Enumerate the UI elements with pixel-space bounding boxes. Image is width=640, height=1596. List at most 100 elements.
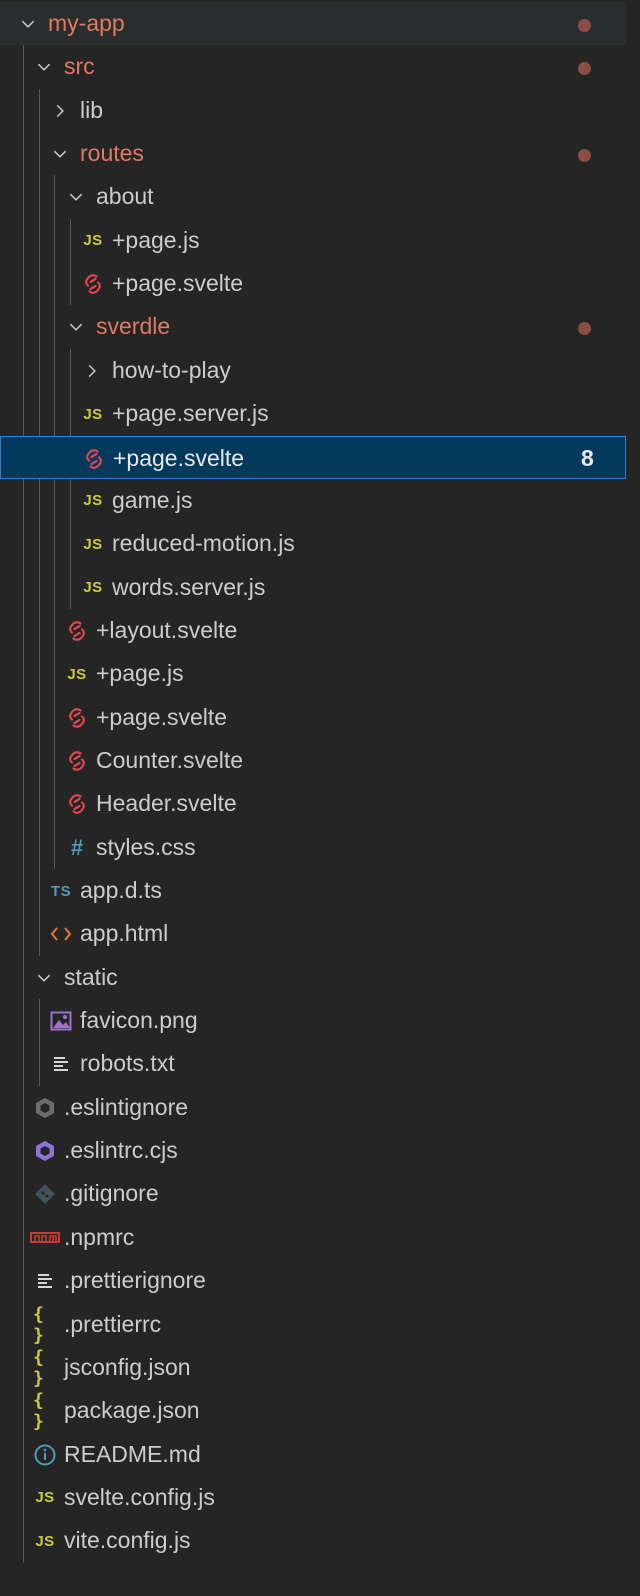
item-label: words.server.js <box>112 573 266 600</box>
js-file-icon: JS <box>83 579 103 597</box>
css-file-icon: # <box>70 834 84 860</box>
item-label: app.d.ts <box>80 877 162 903</box>
folder-item-how-to-play[interactable]: how-to-play <box>0 349 626 392</box>
svelte-file-icon <box>65 749 89 773</box>
folder-item-src[interactable]: src <box>0 45 626 88</box>
file-item-page-server-js[interactable]: JS +page.server.js <box>0 392 626 435</box>
item-label: +layout.svelte <box>96 616 238 643</box>
file-item-page-svelte[interactable]: +page.svelte 8 <box>0 435 626 479</box>
folder-item-sverdle[interactable]: sverdle <box>0 305 626 348</box>
item-label: .eslintignore <box>64 1093 189 1120</box>
chevron-down-icon[interactable] <box>66 187 86 207</box>
chevron-down-icon[interactable] <box>34 968 54 988</box>
svelte-file-icon <box>65 706 89 730</box>
item-label: .prettierrc <box>64 1310 162 1337</box>
item-label: my-app <box>48 10 125 36</box>
file-item-prettierignore[interactable]: .prettierignore <box>0 1259 626 1302</box>
file-item-page-svelte[interactable]: +page.svelte <box>0 696 626 739</box>
html-file-icon <box>49 922 73 946</box>
file-item-eslintignore[interactable]: .eslintignore <box>0 1086 626 1129</box>
item-label: static <box>64 963 118 990</box>
folder-item-lib[interactable]: lib <box>0 89 626 132</box>
file-item-npmrc[interactable]: .npmrc <box>0 1216 626 1259</box>
file-item-styles-css[interactable]: # styles.css <box>0 826 626 869</box>
file-item-prettierrc[interactable]: { } .prettierrc <box>0 1303 626 1346</box>
file-item-vite-config-js[interactable]: JS vite.config.js <box>0 1519 626 1562</box>
file-item-reduced-motion-js[interactable]: JS reduced-motion.js <box>0 522 626 565</box>
file-item-game-js[interactable]: JS game.js <box>0 479 626 522</box>
problems-count-badge: 8 <box>581 444 594 471</box>
js-file-icon: JS <box>67 665 87 683</box>
chevron-down-icon[interactable] <box>18 14 38 34</box>
file-item-app-d-ts[interactable]: TS app.d.ts <box>0 869 626 912</box>
item-label: README.md <box>64 1440 201 1467</box>
item-label: .gitignore <box>64 1180 159 1207</box>
file-item-app-html[interactable]: app.html <box>0 912 626 955</box>
file-item-gitignore[interactable]: .gitignore <box>0 1172 626 1215</box>
item-label: favicon.png <box>80 1007 198 1034</box>
eslint-icon <box>33 1139 57 1163</box>
json-braces-icon: { } <box>33 1303 44 1346</box>
npm-icon <box>29 1226 61 1250</box>
eslint-ignore-icon <box>33 1096 57 1120</box>
item-label: +page.js <box>96 660 184 687</box>
item-label: package.json <box>64 1397 200 1424</box>
svelte-file-icon <box>81 272 105 296</box>
chevron-down-icon[interactable] <box>66 317 86 337</box>
chevron-down-icon[interactable] <box>34 57 54 77</box>
modified-dot <box>578 19 591 32</box>
file-item-svelte-config-js[interactable]: JS svelte.config.js <box>0 1476 626 1519</box>
item-label: app.html <box>80 920 169 947</box>
chevron-right-icon[interactable] <box>82 361 102 381</box>
modified-dot <box>578 149 591 163</box>
git-icon <box>33 1182 57 1206</box>
file-item-page-svelte[interactable]: +page.svelte <box>0 262 626 305</box>
file-item-favicon-png[interactable]: favicon.png <box>0 999 626 1042</box>
info-icon <box>33 1443 57 1467</box>
item-label: +page.svelte <box>112 270 244 297</box>
item-label: styles.css <box>96 833 196 860</box>
json-braces-icon: { } <box>33 1390 44 1433</box>
svelte-file-icon <box>65 619 89 643</box>
file-item-page-js[interactable]: JS +page.js <box>0 219 626 262</box>
file-item-header-svelte[interactable]: Header.svelte <box>0 782 626 825</box>
chevron-down-icon[interactable] <box>50 144 70 164</box>
modified-dot <box>578 322 591 336</box>
text-file-icon <box>33 1269 57 1293</box>
item-label: jsconfig.json <box>64 1353 191 1380</box>
chevron-right-icon[interactable] <box>50 101 70 121</box>
file-item-jsconfig-json[interactable]: { } jsconfig.json <box>0 1346 626 1389</box>
item-label: .prettierignore <box>64 1267 206 1294</box>
item-label: routes <box>80 140 144 167</box>
folder-item-about[interactable]: about <box>0 175 626 218</box>
file-item-layout-svelte[interactable]: +layout.svelte <box>0 609 626 652</box>
text-file-icon <box>49 1052 73 1076</box>
js-file-icon: JS <box>83 232 103 250</box>
file-item-robots-txt[interactable]: robots.txt <box>0 1042 626 1085</box>
folder-item-routes[interactable]: routes <box>0 132 626 175</box>
item-label: how-to-play <box>112 356 231 383</box>
modified-dot <box>578 62 591 76</box>
image-file-icon <box>49 1009 73 1033</box>
file-item-words-server-js[interactable]: JS words.server.js <box>0 566 626 609</box>
file-item-counter-svelte[interactable]: Counter.svelte <box>0 739 626 782</box>
ts-file-icon: TS <box>50 882 72 900</box>
file-item-eslintrc-cjs[interactable]: .eslintrc.cjs <box>0 1129 626 1172</box>
item-label: svelte.config.js <box>64 1483 215 1510</box>
file-item-page-js[interactable]: JS +page.js <box>0 652 626 695</box>
js-file-icon: JS <box>83 405 103 423</box>
js-file-icon: JS <box>83 535 103 553</box>
folder-item-static[interactable]: static <box>0 956 626 999</box>
js-file-icon: JS <box>35 1489 55 1507</box>
file-item-readme-md[interactable]: README.md <box>0 1433 626 1476</box>
item-label: lib <box>80 96 104 123</box>
svelte-file-icon <box>82 447 106 471</box>
item-label: src <box>64 53 95 80</box>
folder-item-my-app[interactable]: my-app <box>0 2 626 45</box>
svelte-file-icon <box>65 792 89 816</box>
item-label: .npmrc <box>64 1223 135 1250</box>
item-label: +page.svelte <box>113 444 245 471</box>
file-item-package-json[interactable]: { } package.json <box>0 1389 626 1432</box>
item-label: +page.server.js <box>112 400 269 427</box>
file-explorer-tree: my-app src lib routes about JS +page.js +page.s… <box>0 0 640 1596</box>
